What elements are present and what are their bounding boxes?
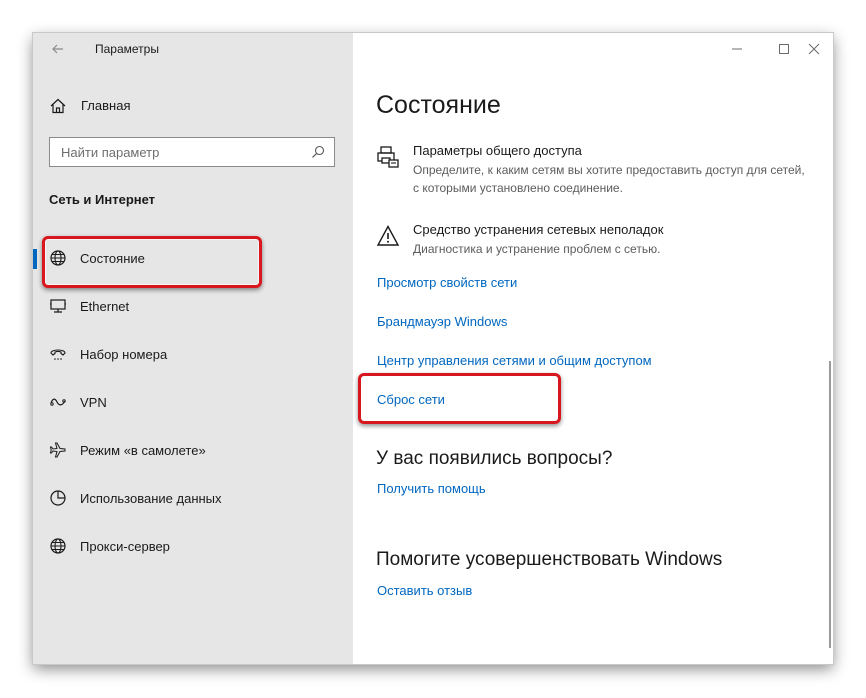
globe-icon — [50, 538, 66, 554]
sidebar-item-data-usage[interactable]: Использование данных — [33, 478, 353, 518]
maximize-icon — [779, 44, 789, 54]
vpn-icon — [50, 398, 66, 406]
data-usage-icon — [50, 490, 66, 506]
sidebar: Параметры Главная Найти параметр Сеть и … — [33, 33, 353, 664]
sidebar-item-proxy[interactable]: Прокси-сервер — [33, 526, 353, 566]
back-arrow-icon — [52, 44, 63, 54]
maximize-button[interactable] — [770, 37, 798, 61]
active-indicator — [33, 249, 37, 269]
ethernet-icon — [50, 299, 66, 313]
home-label: Главная — [81, 98, 131, 113]
home-icon — [50, 98, 66, 114]
sidebar-home[interactable]: Главная — [49, 95, 329, 117]
sidebar-item-label: Прокси-сервер — [80, 539, 170, 554]
sidebar-item-dialup[interactable]: Набор номера — [33, 334, 353, 374]
troubleshoot-desc: Диагностика и устранение проблем с сетью… — [413, 242, 661, 256]
section-heading: Сеть и Интернет — [49, 192, 156, 207]
back-button[interactable] — [47, 38, 69, 60]
minimize-icon — [732, 48, 742, 50]
printer-share-icon — [377, 146, 399, 168]
troubleshoot-title: Средство устранения сетевых неполадок — [413, 222, 664, 237]
improve-heading: Помогите усовершенствовать Windows — [376, 549, 723, 570]
windows-firewall-link[interactable]: Брандмауэр Windows — [377, 314, 507, 329]
sidebar-item-label: VPN — [80, 395, 107, 410]
troubleshooter[interactable]: Средство устранения сетевых неполадок Ди… — [376, 222, 816, 258]
globe-icon — [50, 250, 66, 266]
settings-window: Параметры Главная Найти параметр Сеть и … — [33, 33, 833, 664]
sidebar-item-status[interactable]: Состояние — [33, 238, 353, 278]
airplane-icon — [49, 442, 66, 458]
main-content: Состояние Параметры общего доступа Опред… — [353, 33, 833, 664]
get-help-link[interactable]: Получить помощь — [377, 481, 486, 496]
scrollbar[interactable] — [829, 361, 831, 648]
warning-icon — [376, 225, 400, 246]
sidebar-item-label: Ethernet — [80, 299, 130, 314]
network-properties-link[interactable]: Просмотр свойств сети — [377, 275, 517, 290]
page-title: Состояние — [376, 91, 501, 119]
feedback-link[interactable]: Оставить отзыв — [377, 583, 472, 598]
search-icon[interactable] — [310, 144, 326, 160]
dialup-icon — [50, 349, 66, 360]
questions-heading: У вас появились вопросы? — [376, 448, 613, 469]
minimize-button[interactable] — [723, 37, 751, 61]
sidebar-item-label: Набор номера — [80, 347, 168, 362]
sidebar-item-label: Использование данных — [80, 491, 222, 506]
network-reset-link[interactable]: Сброс сети — [377, 392, 445, 407]
sidebar-item-ethernet[interactable]: Ethernet — [33, 286, 353, 326]
sidebar-item-label: Режим «в самолете» — [80, 443, 206, 458]
close-button[interactable] — [800, 37, 828, 61]
window-title: Параметры — [95, 42, 159, 56]
sharing-title: Параметры общего доступа — [413, 143, 582, 158]
sidebar-item-airplane[interactable]: Режим «в самолете» — [33, 430, 353, 470]
close-icon — [808, 43, 820, 55]
sidebar-item-label: Состояние — [80, 251, 145, 266]
sharing-desc: Определите, к каким сетям вы хотите пред… — [413, 163, 805, 195]
search-placeholder: Найти параметр — [61, 145, 160, 160]
search-input[interactable]: Найти параметр — [49, 137, 335, 167]
network-sharing-center-link[interactable]: Центр управления сетями и общим доступом — [377, 353, 652, 368]
sharing-options[interactable]: Параметры общего доступа Определите, к к… — [376, 143, 816, 195]
sidebar-item-vpn[interactable]: VPN — [33, 382, 353, 422]
